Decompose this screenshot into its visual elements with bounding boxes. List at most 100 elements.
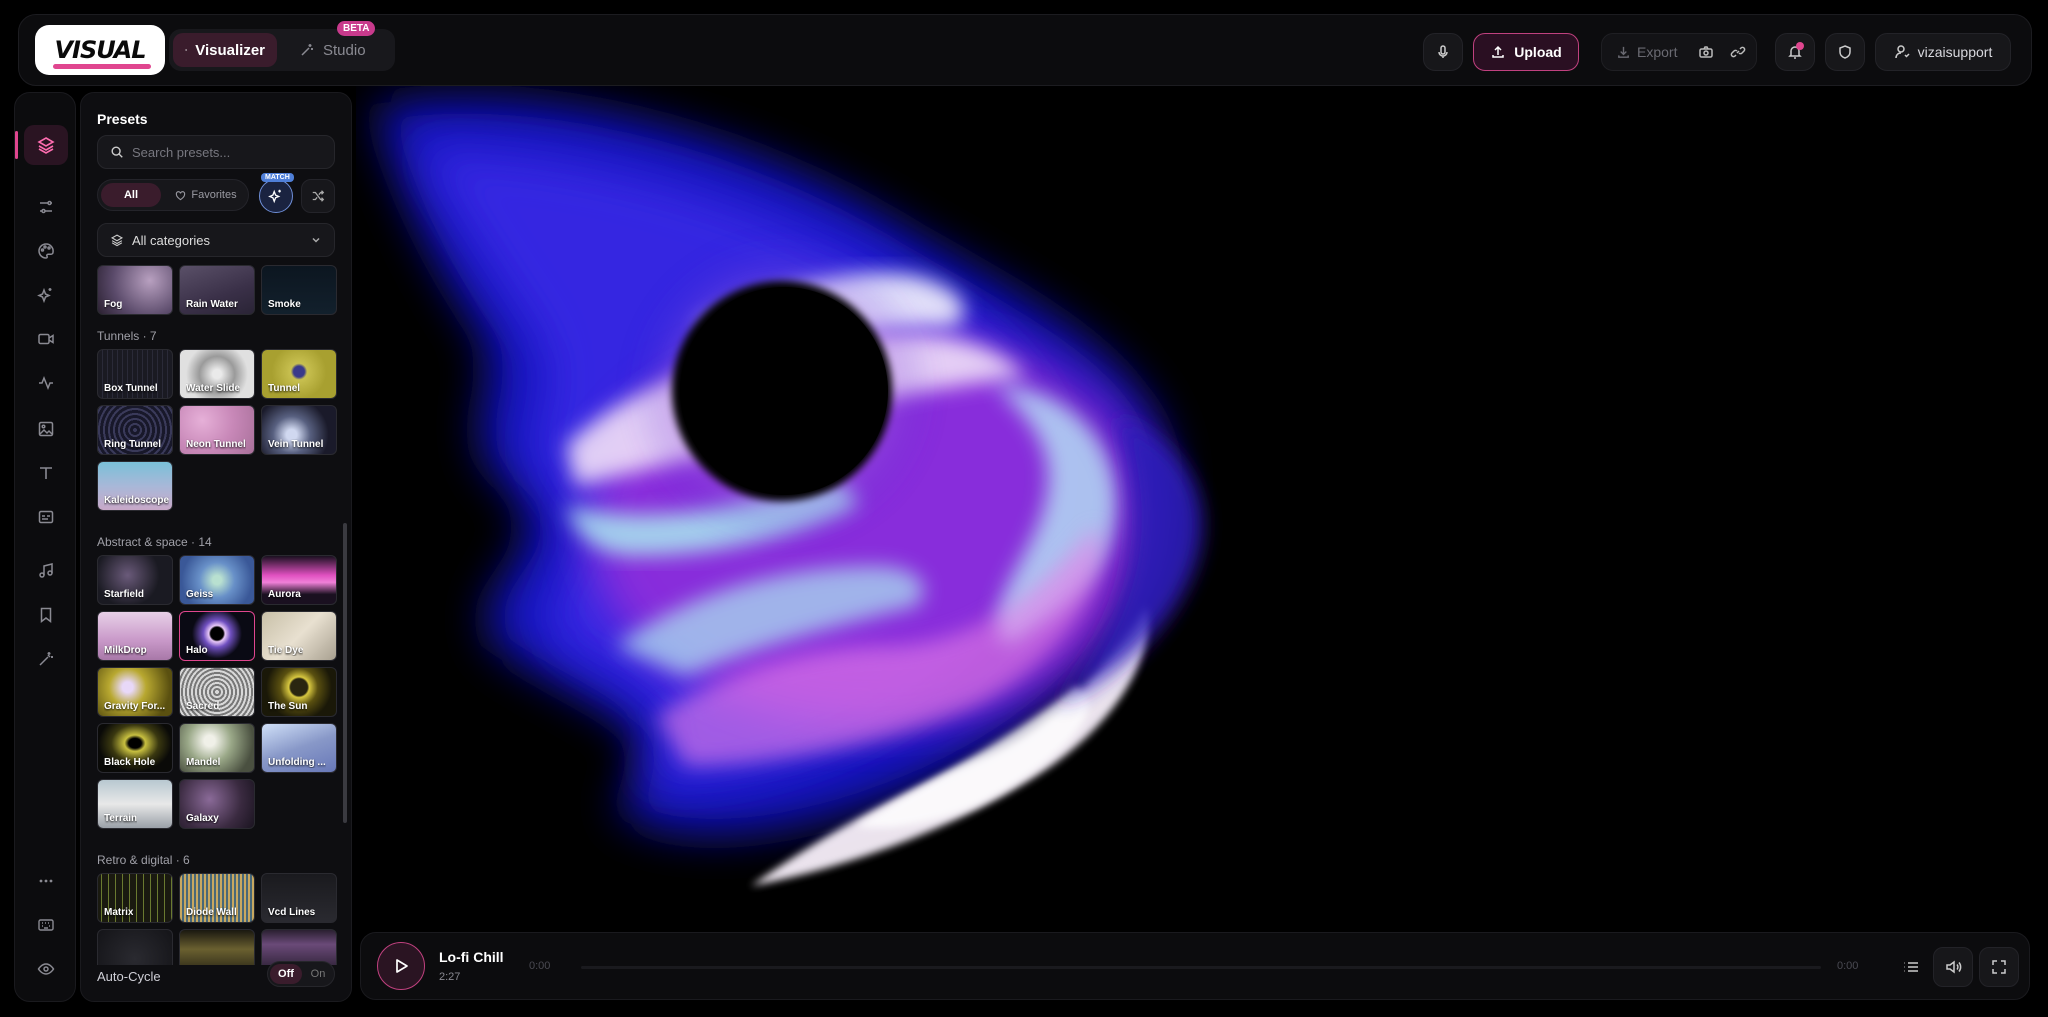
rail-music[interactable]	[24, 551, 68, 591]
playlist-button[interactable]	[1891, 947, 1931, 987]
rail-bookmarks[interactable]	[24, 595, 68, 635]
rail-more[interactable]	[24, 861, 68, 901]
auto-cycle-off[interactable]: Off	[270, 964, 302, 984]
preset-tile[interactable]: Sacred	[179, 667, 255, 717]
preset-tile[interactable]: Box Tunnel	[97, 349, 173, 399]
auto-cycle-toggle[interactable]: Off On	[267, 961, 335, 987]
preset-tile[interactable]: Diode Wall	[179, 873, 255, 923]
preset-tile[interactable]: Water Slide	[179, 349, 255, 399]
preset-tile[interactable]: Black Hole	[97, 723, 173, 773]
preset-tile[interactable]: Geiss	[179, 555, 255, 605]
preset-scrollbar[interactable]	[343, 523, 347, 823]
preset-tile[interactable]: Smoke	[261, 265, 337, 315]
preset-tile[interactable]: Kaleidoscope	[97, 461, 173, 511]
preset-tile[interactable]: Unfolding ...	[261, 723, 337, 773]
snapshot-button[interactable]	[1698, 34, 1714, 70]
fullscreen-button[interactable]	[1979, 947, 2019, 987]
preset-tile[interactable]: Ring Tunnel	[97, 405, 173, 455]
visualizer-tab[interactable]: Visualizer	[173, 33, 277, 67]
preset-tile[interactable]: Tie Dye	[261, 611, 337, 661]
chevron-down-icon	[312, 237, 320, 243]
preset-tile[interactable]: Rain Water	[179, 265, 255, 315]
bookmark-icon	[40, 607, 52, 624]
preset-tile[interactable]: MilkDrop	[97, 611, 173, 661]
sparkles-icon	[268, 189, 281, 204]
keyboard-icon	[38, 919, 54, 931]
upload-button[interactable]: Upload	[1473, 33, 1579, 71]
visualizer-canvas[interactable]	[356, 86, 2048, 926]
rail-presets[interactable]	[15, 125, 68, 165]
rail-preview[interactable]	[24, 949, 68, 989]
rail-image[interactable]	[24, 409, 68, 449]
rail-captions[interactable]	[24, 497, 68, 537]
rail-adjustments[interactable]	[24, 187, 68, 227]
preset-tile[interactable]: Neon Tunnel	[179, 405, 255, 455]
preset-tile-selected[interactable]: Halo	[179, 611, 255, 661]
export-button[interactable]: Export	[1616, 34, 1677, 70]
volume-button[interactable]	[1933, 947, 1973, 987]
filter-all[interactable]: All	[101, 183, 161, 207]
preset-tile[interactable]: Tunnel	[261, 349, 337, 399]
shield-icon	[1839, 45, 1851, 59]
studio-tab[interactable]: Studio	[287, 33, 387, 67]
user-icon	[1894, 45, 1910, 59]
music-note-icon	[39, 563, 53, 578]
preset-tile[interactable]: Terrain	[97, 779, 173, 829]
text-icon	[40, 467, 52, 479]
rail-colors[interactable]	[24, 231, 68, 271]
preset-tile[interactable]: Vcd Lines	[261, 873, 337, 923]
sliders-icon	[185, 49, 187, 51]
preset-tile[interactable]	[179, 929, 255, 965]
app-logo[interactable]: VISUAL	[35, 25, 165, 75]
preset-tile[interactable]: Matrix	[97, 873, 173, 923]
preset-tile[interactable]: The Sun	[261, 667, 337, 717]
shuffle-button[interactable]	[301, 179, 335, 213]
user-menu-button[interactable]: vizaisupport	[1875, 33, 2011, 71]
notifications-button[interactable]	[1775, 33, 1815, 71]
rail-camera[interactable]	[24, 319, 68, 359]
preset-tile[interactable]: Mandel	[179, 723, 255, 773]
preset-tile[interactable]: Gravity For...	[97, 667, 173, 717]
preset-tile[interactable]: Vein Tunnel	[261, 405, 337, 455]
preset-list[interactable]: Fog Rain Water Smoke Tunnels · 7 Box Tun…	[81, 265, 351, 965]
filter-favorites[interactable]: Favorites	[166, 183, 246, 207]
magic-wand-icon	[39, 652, 53, 666]
auto-cycle-label: Auto-Cycle	[97, 969, 161, 984]
tool-rail	[14, 92, 76, 1002]
preset-tile[interactable]	[261, 929, 337, 965]
layers-icon	[110, 234, 124, 247]
rail-keyboard-shortcuts[interactable]	[24, 905, 68, 945]
category-select[interactable]: All categories	[97, 223, 335, 257]
preset-tile[interactable]: Aurora	[261, 555, 337, 605]
rail-ai-tools[interactable]	[24, 639, 68, 679]
audio-player: Lo-fi Chill 2:27 0:00 0:00	[360, 932, 2030, 1000]
notification-dot	[1796, 42, 1804, 50]
magic-wand-icon	[301, 44, 313, 56]
share-link-button[interactable]	[1730, 34, 1746, 70]
preset-tile[interactable]: Fog	[97, 265, 173, 315]
time-end: 0:00	[1837, 960, 1859, 972]
layers-icon	[37, 137, 55, 154]
track-title: Lo-fi Chill	[439, 949, 504, 965]
preset-tile[interactable]	[97, 929, 173, 965]
search-icon	[111, 146, 123, 158]
progress-bar[interactable]	[581, 966, 1821, 969]
preset-tile[interactable]: Starfield	[97, 555, 173, 605]
section-title: Tunnels · 7	[97, 329, 157, 343]
sparkles-icon	[37, 287, 52, 304]
audio-match-button[interactable]	[259, 179, 293, 213]
privacy-button[interactable]	[1825, 33, 1865, 71]
preset-tile[interactable]: Galaxy	[179, 779, 255, 829]
presets-title: Presets	[97, 111, 148, 127]
play-button[interactable]	[377, 942, 425, 990]
rail-effects[interactable]	[24, 275, 68, 315]
image-icon	[38, 421, 54, 437]
video-icon	[38, 333, 54, 345]
auto-cycle-on[interactable]: On	[304, 964, 332, 984]
search-input[interactable]	[132, 144, 322, 160]
rail-text[interactable]	[24, 453, 68, 493]
eye-icon	[37, 963, 55, 975]
section-title: Abstract & space · 14	[97, 535, 212, 549]
microphone-button[interactable]	[1423, 33, 1463, 71]
rail-audio-reactive[interactable]	[24, 363, 68, 403]
